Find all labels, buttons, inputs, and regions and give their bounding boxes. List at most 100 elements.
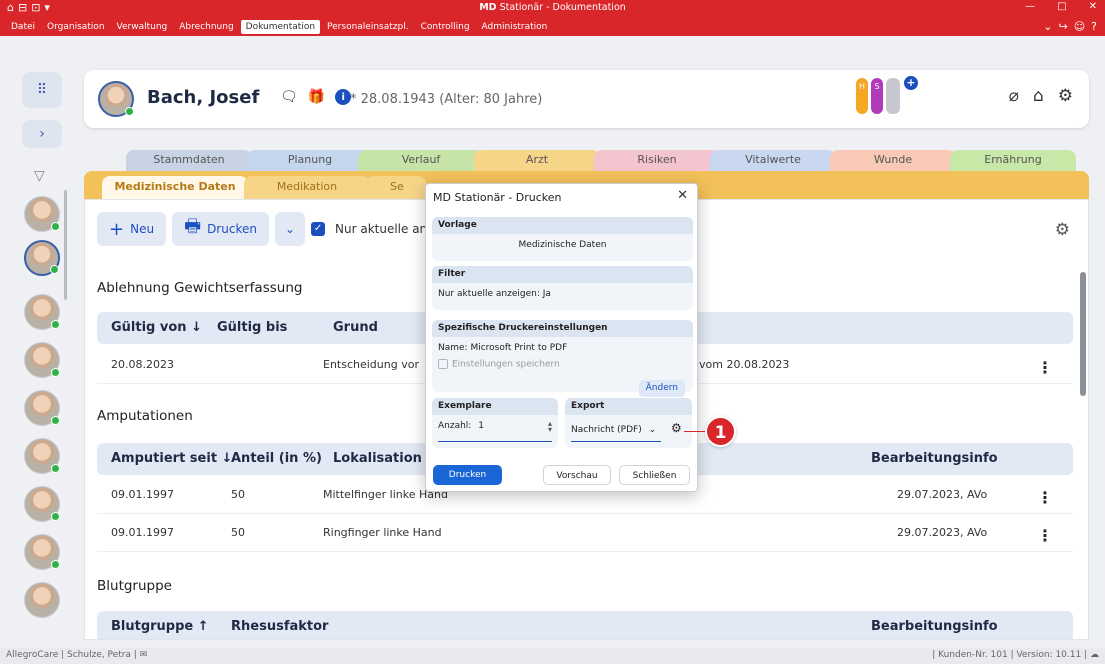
hs-indicator[interactable]: H S — [856, 78, 900, 114]
comment-icon[interactable]: 🗨 — [280, 89, 298, 105]
patient-icons: 🗨 🎁 i — [280, 89, 352, 105]
printer-icon: 🖶 — [184, 216, 202, 237]
col-gueltig-von[interactable]: Gültig von ↓ — [111, 320, 202, 335]
export-box: Export Nachricht (PDF) ⌄ ⚙ — [565, 398, 692, 448]
resident-avatar[interactable] — [24, 438, 60, 474]
resident-avatar-selected[interactable] — [24, 240, 60, 276]
smiley-icon[interactable]: ☺ — [1074, 20, 1085, 33]
status-dot — [51, 512, 60, 521]
content-scrollbar[interactable] — [1080, 272, 1086, 396]
patient-name: Bach, Josef — [147, 87, 260, 108]
print-button[interactable]: 🖶 Drucken — [172, 212, 269, 246]
chevron-right-icon: › — [39, 126, 45, 142]
save-settings-row[interactable]: Einstellungen speichern — [432, 359, 693, 376]
maximize-button[interactable]: □ — [1057, 1, 1066, 12]
status-dot — [125, 107, 134, 116]
filter-box: Filter Nur aktuelle anzeigen: Ja — [432, 266, 693, 310]
resident-avatar[interactable] — [24, 196, 60, 232]
col-anteil[interactable]: Anteil (in %) — [231, 451, 322, 466]
col-bearbeitungsinfo[interactable]: Bearbeitungsinfo — [871, 619, 998, 634]
grid-icon: ⠿ — [36, 82, 48, 98]
menu-organisation[interactable]: Organisation — [42, 20, 110, 34]
export-select[interactable]: Nachricht (PDF) ⌄ ⚙ — [565, 415, 692, 441]
tab-planung[interactable]: Planung — [247, 150, 373, 172]
resident-avatar[interactable] — [24, 342, 60, 378]
col-grund[interactable]: Grund — [333, 320, 378, 335]
sidebar-scrollbar[interactable] — [64, 190, 67, 300]
current-only-checkbox[interactable]: ✓ — [311, 222, 326, 236]
menu-bar: Datei Organisation Verwaltung Abrechnung… — [0, 18, 1105, 36]
info-icon[interactable]: i — [335, 89, 352, 105]
filter-icon[interactable]: ▽ — [34, 168, 45, 184]
resident-sidebar: ⠿ › ▽ — [22, 72, 62, 640]
resident-avatar[interactable] — [24, 534, 60, 570]
resident-avatar[interactable] — [24, 390, 60, 426]
empty-tube-icon — [886, 78, 900, 114]
row-menu-icon[interactable]: ⋮ — [1037, 488, 1053, 507]
row-menu-icon[interactable]: ⋮ — [1037, 526, 1053, 545]
save-settings-checkbox[interactable] — [438, 359, 448, 369]
copies-spinner[interactable]: ▴ ▾ — [548, 420, 552, 434]
minimize-button[interactable]: — — [1025, 1, 1035, 12]
change-button[interactable]: Ändern — [638, 380, 685, 397]
settings-gear-icon[interactable]: ⚙ — [1055, 220, 1070, 240]
house-icon[interactable]: ⌂ — [1033, 86, 1044, 106]
category-tabs: Stammdaten Planung Verlauf Arzt Risiken … — [84, 150, 1089, 172]
tab-vitalwerte[interactable]: Vitalwerte — [710, 150, 836, 172]
col-bearbeitungsinfo[interactable]: Bearbeitungsinfo — [871, 451, 998, 466]
export-settings-gear-icon[interactable]: ⚙ — [671, 421, 682, 435]
vorlage-box: Vorlage Medizinische Daten — [432, 217, 693, 261]
grid-menu-button[interactable]: ⠿ — [22, 72, 62, 108]
col-lokalisation[interactable]: Lokalisation — [333, 451, 422, 466]
preview-button[interactable]: Vorschau — [543, 465, 611, 485]
tab-partial[interactable]: Se — [366, 176, 426, 200]
gear-icon[interactable]: ⚙ — [1058, 86, 1073, 106]
col-gueltig-bis[interactable]: Gültig bis — [217, 320, 287, 335]
help-icon[interactable]: ? — [1091, 20, 1097, 33]
printer-settings-box: Spezifische Druckereinstellungen Name: M… — [432, 320, 693, 397]
tab-verlauf[interactable]: Verlauf — [358, 150, 484, 172]
dialog-close-button[interactable]: Schließen — [619, 465, 690, 485]
tab-stammdaten[interactable]: Stammdaten — [126, 150, 252, 172]
table-row[interactable]: 09.01.1997 50 Ringfinger linke Hand 29.0… — [97, 514, 1073, 552]
filter-value: Nur aktuelle anzeigen: Ja — [438, 289, 551, 299]
dialog-print-button[interactable]: Drucken — [433, 465, 502, 485]
resident-avatar[interactable] — [24, 582, 60, 618]
menu-dokumentation[interactable]: Dokumentation — [240, 20, 321, 34]
menu-datei[interactable]: Datei — [6, 20, 40, 34]
row-menu-icon[interactable]: ⋮ — [1037, 358, 1053, 377]
arrow-icon[interactable]: ↪ — [1058, 20, 1067, 33]
menu-verwaltung[interactable]: Verwaltung — [112, 20, 173, 34]
col-rhesusfaktor[interactable]: Rhesusfaktor — [231, 619, 328, 634]
menu-abrechnung[interactable]: Abrechnung — [174, 20, 238, 34]
col-amputiert-seit[interactable]: Amputiert seit ↓ — [111, 451, 232, 466]
tab-arzt[interactable]: Arzt — [474, 150, 600, 172]
gift-icon[interactable]: 🎁 — [308, 89, 325, 105]
menu-controlling[interactable]: Controlling — [416, 20, 475, 34]
paperclip-icon[interactable]: ⌀ — [1009, 86, 1019, 106]
mail-icon[interactable]: ✉ — [140, 650, 148, 660]
print-dropdown-button[interactable]: ⌄ — [274, 212, 306, 246]
resident-avatar[interactable] — [24, 294, 60, 330]
chevron-down-icon[interactable]: ⌄ — [1043, 20, 1052, 33]
close-window-button[interactable]: ✕ — [1089, 1, 1097, 12]
tab-medizinische-daten[interactable]: Medizinische Daten — [102, 176, 248, 200]
section-title-amputationen: Amputationen — [97, 408, 193, 424]
print-dialog: MD Stationär - Drucken ✕ Vorlage Medizin… — [425, 183, 698, 492]
callout-marker: 1 — [705, 416, 736, 447]
col-blutgruppe[interactable]: Blutgruppe ↑ — [111, 619, 209, 634]
tab-ernaehrung[interactable]: Ernährung — [950, 150, 1076, 172]
new-button[interactable]: + Neu — [97, 212, 167, 246]
resident-avatar[interactable] — [24, 486, 60, 522]
copies-input[interactable]: 1 — [478, 421, 484, 431]
h-tube-icon: H — [856, 78, 868, 114]
menu-administration[interactable]: Administration — [477, 20, 553, 34]
dialog-close-icon[interactable]: ✕ — [677, 188, 688, 203]
tab-medikation[interactable]: Medikation — [244, 176, 370, 200]
tab-risiken[interactable]: Risiken — [594, 150, 720, 172]
expand-sidebar-button[interactable]: › — [22, 120, 62, 148]
menu-personaleinsatzplanung[interactable]: Personaleinsatzpl. — [322, 20, 414, 34]
dialog-title: MD Stationär - Drucken — [433, 191, 562, 204]
tab-wunde[interactable]: Wunde — [830, 150, 956, 172]
plus-icon[interactable]: + — [904, 76, 918, 90]
